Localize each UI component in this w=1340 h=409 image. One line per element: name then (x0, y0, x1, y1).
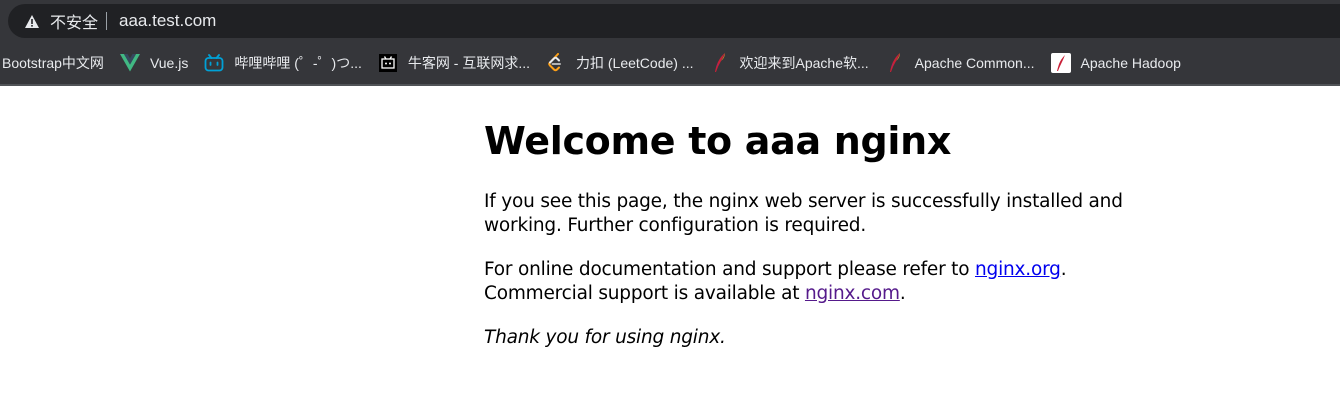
bookmark-label: 欢迎来到Apache软... (739, 55, 869, 71)
apache-feather-icon (885, 53, 905, 73)
bookmark-bilibili[interactable]: 哔哩哔哩 (゜-゜)つ... (196, 49, 370, 77)
thanks-text: Thank you for using nginx. (484, 327, 726, 348)
bookmark-leetcode[interactable]: 力扣 (LeetCode) ... (538, 49, 702, 77)
bilibili-icon (204, 53, 224, 73)
warning-icon[interactable] (24, 13, 40, 29)
bookmark-label: 力扣 (LeetCode) ... (576, 55, 694, 71)
url-text[interactable]: aaa.test.com (119, 11, 216, 31)
bookmark-label: Vue.js (149, 55, 189, 71)
bookmark-label: 牛客网 - 互联网求... (407, 55, 530, 71)
bookmark-label: Apache Common... (914, 55, 1035, 71)
bookmark-label: Bootstrap中文网 (2, 55, 104, 71)
bookmark-bootstrap[interactable]: Bootstrap中文网 (0, 49, 112, 77)
commercial-text-period: . (899, 283, 906, 304)
bookmarks-bar: Bootstrap中文网 Vue.js 哔哩哔哩 (゜-゜)つ... 牛客网 -… (0, 45, 1340, 81)
bookmark-vue[interactable]: Vue.js (112, 49, 196, 77)
address-divider (106, 12, 108, 30)
page-title: Welcome to aaa nginx (484, 119, 952, 163)
support-text-period: . (1060, 259, 1067, 280)
browser-chrome: 不安全 aaa.test.com Bootstrap中文网 Vue.js 哔哩哔… (0, 0, 1340, 86)
bookmark-nowcoder[interactable]: 牛客网 - 互联网求... (370, 49, 538, 77)
apache-feather-icon (710, 53, 730, 73)
support-paragraph: For online documentation and support ple… (484, 258, 1124, 306)
nginx-com-link[interactable]: nginx.com (805, 283, 900, 304)
thanks-paragraph: Thank you for using nginx. (484, 326, 1124, 350)
vue-icon (119, 53, 140, 73)
bookmark-label: Apache Hadoop (1080, 55, 1181, 71)
commercial-text: Commercial support is available at (484, 283, 805, 304)
nginx-org-link[interactable]: nginx.org (975, 259, 1061, 280)
security-label[interactable]: 不安全 (50, 9, 98, 33)
bookmark-apache-commons[interactable]: Apache Common... (877, 49, 1043, 77)
intro-paragraph: If you see this page, the nginx web serv… (484, 191, 1123, 236)
address-bar[interactable]: 不安全 aaa.test.com (8, 4, 1340, 38)
hadoop-icon (1050, 53, 1071, 73)
nowcoder-icon (378, 53, 398, 73)
bookmark-apache-cn[interactable]: 欢迎来到Apache软... (702, 49, 877, 77)
leetcode-icon (546, 53, 566, 73)
bookmark-apache-hadoop[interactable]: Apache Hadoop (1043, 49, 1189, 77)
page-content: Welcome to aaa nginx If you see this pag… (484, 86, 1124, 350)
support-text: For online documentation and support ple… (484, 259, 976, 280)
bookmark-label: 哔哩哔哩 (゜-゜)つ... (234, 55, 362, 71)
